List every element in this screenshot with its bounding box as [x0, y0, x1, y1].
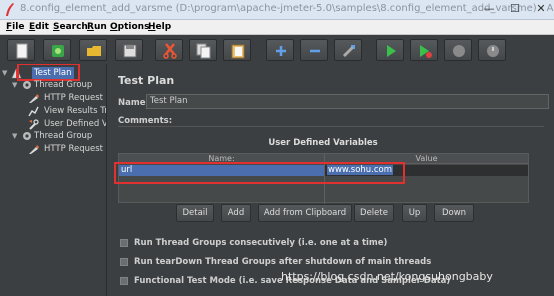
- chart-icon: [28, 106, 39, 117]
- copy-button[interactable]: [189, 39, 217, 61]
- add-button[interactable]: Add: [221, 204, 251, 222]
- tree-node-user-defined-variables[interactable]: User Defined Va: [28, 118, 107, 130]
- tree-node-http-request[interactable]: HTTP Request: [28, 143, 106, 155]
- menu-search[interactable]: Search: [53, 22, 88, 32]
- tree-node-label: Thread Group: [34, 80, 93, 90]
- menu-help[interactable]: Help: [148, 22, 171, 32]
- wrench-icon: [29, 119, 39, 130]
- tree-toggle-icon[interactable]: ▼: [12, 79, 17, 91]
- tree-toggle-icon[interactable]: ▼: [12, 130, 17, 142]
- table-button-row: Detail Add Add from Clipboard Delete Up …: [108, 204, 554, 222]
- tree-node-view-results-tree[interactable]: View Results Tre: [28, 105, 107, 117]
- start-button[interactable]: [376, 39, 404, 61]
- close-button[interactable]: ✕: [528, 1, 554, 17]
- collapse-button[interactable]: [300, 39, 328, 61]
- watermark: https://blog.csdn.net/kongsuhongbaby: [281, 270, 493, 283]
- tree-node-label: HTTP Request: [44, 93, 103, 103]
- highlight-box: [114, 162, 405, 184]
- start-no-pause-button[interactable]: [410, 39, 438, 61]
- gear-icon: [23, 81, 31, 89]
- menu-bar: File Edit Search Run Options Help: [0, 20, 554, 35]
- stop-icon: [453, 45, 465, 57]
- gear-icon: [23, 132, 31, 140]
- cut-button[interactable]: [155, 39, 183, 61]
- paste-icon: [231, 44, 245, 59]
- save-icon: [123, 44, 137, 58]
- pen-icon: [29, 145, 39, 154]
- udv-title: User Defined Variables: [268, 138, 378, 148]
- new-icon: [16, 43, 28, 59]
- menu-options[interactable]: Options: [110, 22, 149, 32]
- name-field[interactable]: Test Plan: [146, 94, 549, 109]
- toolbar: [0, 35, 554, 64]
- expand-button[interactable]: [266, 39, 294, 61]
- tree-node-label: User Defined Va: [44, 119, 107, 129]
- checkbox-box[interactable]: [120, 258, 128, 266]
- maximize-button[interactable]: ☐: [502, 1, 528, 17]
- checkbox-label: Run tearDown Thread Groups after shutdow…: [134, 257, 432, 267]
- minimize-button[interactable]: —: [476, 1, 502, 17]
- detail-button[interactable]: Detail: [176, 204, 214, 222]
- tree-node-label: View Results Tre: [44, 106, 107, 116]
- templates-button[interactable]: [43, 39, 71, 61]
- cut-icon: [163, 43, 177, 59]
- tree-node-label: HTTP Request: [44, 144, 103, 154]
- tree-toggle-icon[interactable]: ▼: [2, 67, 7, 79]
- toggle-icon: [342, 44, 356, 58]
- teardown-after-shutdown-checkbox[interactable]: Run tearDown Thread Groups after shutdow…: [120, 256, 550, 268]
- checkbox-label: Run Thread Groups consecutively (i.e. on…: [134, 238, 388, 248]
- panel-title: Test Plan: [118, 74, 175, 87]
- open-icon: [87, 46, 101, 56]
- menu-run[interactable]: Run: [87, 22, 107, 32]
- expand-icon: [276, 46, 286, 56]
- pen-icon: [29, 94, 39, 103]
- test-plan-tree: ▼ Test Plan ▼ Thread Group HTTP Request …: [0, 64, 107, 296]
- shutdown-icon: [487, 45, 499, 57]
- copy-icon: [196, 43, 211, 59]
- shutdown-button[interactable]: [478, 39, 506, 61]
- start-no-pause-icon: [420, 45, 432, 58]
- open-button[interactable]: [79, 39, 107, 61]
- start-icon: [387, 45, 396, 57]
- name-label: Name:: [118, 98, 149, 108]
- collapse-icon: [310, 49, 320, 53]
- new-button[interactable]: [7, 39, 35, 61]
- stop-button[interactable]: [444, 39, 472, 61]
- checkbox-box[interactable]: [120, 277, 128, 285]
- delete-button[interactable]: Delete: [354, 204, 394, 222]
- divider: [118, 126, 544, 127]
- tree-node-label: Thread Group: [34, 131, 93, 141]
- tree-node-thread-group[interactable]: ▼ Thread Group: [12, 79, 106, 91]
- toggle-button[interactable]: [334, 39, 362, 61]
- templates-icon: [52, 45, 64, 57]
- menu-file[interactable]: File: [6, 22, 24, 32]
- add-from-clipboard-button[interactable]: Add from Clipboard: [258, 204, 352, 222]
- title-bar: 8.config_element_add_varsme (D:\program\…: [0, 0, 554, 20]
- run-consecutively-checkbox[interactable]: Run Thread Groups consecutively (i.e. on…: [120, 237, 550, 249]
- down-button[interactable]: Down: [434, 204, 474, 222]
- jmeter-feather-icon: [6, 3, 14, 16]
- save-button[interactable]: [115, 39, 143, 61]
- paste-button[interactable]: [223, 39, 251, 61]
- test-plan-panel: Test Plan Name: Test Plan Comments: User…: [108, 64, 554, 296]
- menu-edit[interactable]: Edit: [29, 22, 49, 32]
- checkbox-box[interactable]: [120, 239, 128, 247]
- comments-label: Comments:: [118, 116, 173, 126]
- tree-node-thread-group[interactable]: ▼ Thread Group: [12, 130, 106, 142]
- window-title: 8.config_element_add_varsme (D:\program\…: [20, 3, 554, 14]
- tree-node-http-request[interactable]: HTTP Request: [28, 92, 106, 104]
- up-button[interactable]: Up: [402, 204, 427, 222]
